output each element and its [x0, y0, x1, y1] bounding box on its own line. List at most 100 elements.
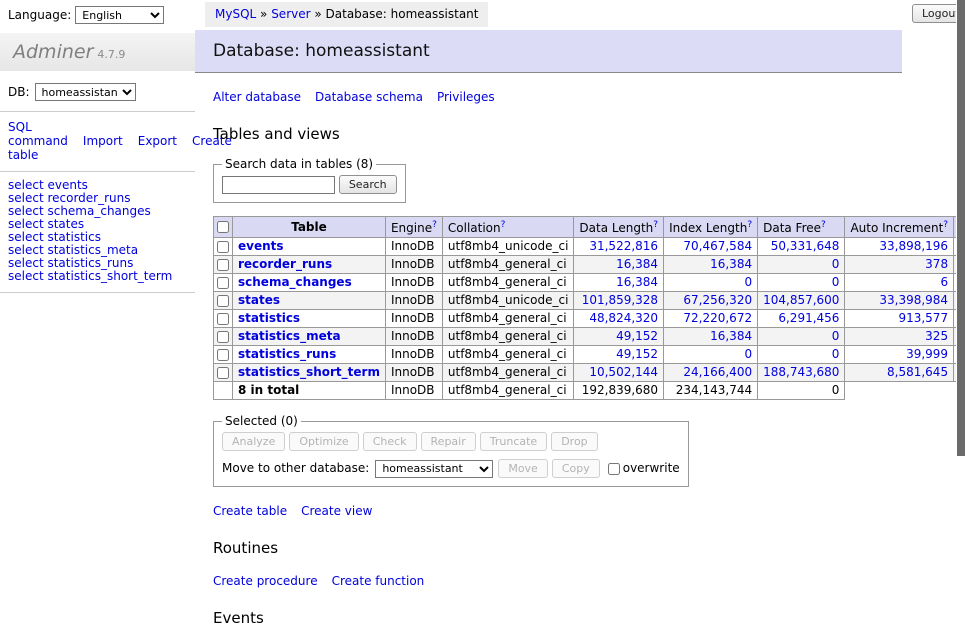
- table-link[interactable]: statistics_meta: [238, 329, 341, 343]
- bulk-action-button[interactable]: Drop: [551, 432, 597, 451]
- breadcrumb-item[interactable]: Server: [271, 7, 310, 21]
- auto-increment-link[interactable]: 913,577: [898, 311, 948, 325]
- table-name-cell: events: [233, 238, 386, 256]
- create-link[interactable]: Create view: [301, 504, 372, 518]
- engine-cell: InnoDB: [385, 274, 442, 292]
- row-checkbox[interactable]: [217, 367, 229, 379]
- overwrite-checkbox[interactable]: [608, 463, 620, 475]
- table-link[interactable]: schema_changes: [238, 275, 352, 289]
- help-link[interactable]: ?: [501, 220, 506, 230]
- engine-cell: InnoDB: [385, 364, 442, 382]
- table-link[interactable]: recorder_runs: [238, 257, 332, 271]
- data-length-link[interactable]: 10,502,144: [589, 365, 658, 379]
- data-free-link[interactable]: 104,857,600: [763, 293, 839, 307]
- search-input[interactable]: [222, 176, 335, 194]
- sidebar-table-link[interactable]: select statistics_short_term: [8, 270, 195, 283]
- row-checkbox[interactable]: [217, 331, 229, 343]
- sidebar-action-link[interactable]: SQL command: [8, 120, 68, 148]
- row-checkbox[interactable]: [217, 241, 229, 253]
- search-button[interactable]: Search: [339, 175, 397, 194]
- language-select[interactable]: English: [75, 6, 164, 24]
- move-button[interactable]: Move: [498, 459, 548, 478]
- data-length-link[interactable]: 31,522,816: [589, 239, 658, 253]
- row-checkbox[interactable]: [217, 277, 229, 289]
- help-link[interactable]: ?: [432, 220, 437, 230]
- help-link[interactable]: ?: [821, 220, 826, 230]
- engine-cell: InnoDB: [385, 328, 442, 346]
- data-length-link[interactable]: 48,824,320: [589, 311, 658, 325]
- data-free-link[interactable]: 0: [832, 257, 840, 271]
- data-free-link[interactable]: 0: [832, 347, 840, 361]
- data-length-link[interactable]: 101,859,328: [582, 293, 658, 307]
- data-free-link[interactable]: 0: [832, 275, 840, 289]
- sidebar-action-link[interactable]: Import: [83, 134, 123, 148]
- data-free-link[interactable]: 50,331,648: [771, 239, 840, 253]
- move-label: Move to other database:: [222, 461, 369, 475]
- auto-increment-link[interactable]: 325: [925, 329, 948, 343]
- row-checkbox[interactable]: [217, 313, 229, 325]
- auto-increment-link[interactable]: 33,898,196: [879, 239, 948, 253]
- table-name-cell: schema_changes: [233, 274, 386, 292]
- data-length-link[interactable]: 49,152: [616, 347, 658, 361]
- table-row: statesInnoDButf8mb4_unicode_ci101,859,32…: [214, 292, 966, 310]
- scrollbar-thumb[interactable]: [957, 0, 965, 456]
- bulk-action-button[interactable]: Repair: [421, 432, 476, 451]
- db-link[interactable]: Alter database: [213, 90, 301, 104]
- auto-increment-link[interactable]: 33,398,984: [879, 293, 948, 307]
- data-free-cell: 0: [758, 328, 845, 346]
- auto-increment-cell: 913,577: [845, 310, 954, 328]
- data-free-link[interactable]: 0: [832, 329, 840, 343]
- table-row: schema_changesInnoDButf8mb4_general_ci16…: [214, 274, 966, 292]
- table-link[interactable]: statistics_runs: [238, 347, 336, 361]
- data-length-link[interactable]: 49,152: [616, 329, 658, 343]
- row-checkbox[interactable]: [217, 259, 229, 271]
- data-free-cell: 188,743,680: [758, 364, 845, 382]
- bulk-action-button[interactable]: Check: [363, 432, 417, 451]
- auto-increment-link[interactable]: 8,581,645: [887, 365, 948, 379]
- db-link[interactable]: Database schema: [315, 90, 423, 104]
- data-free-link[interactable]: 6,291,456: [778, 311, 839, 325]
- select-all-cell: [214, 217, 233, 238]
- help-link[interactable]: ?: [943, 220, 948, 230]
- index-length-link[interactable]: 0: [744, 275, 752, 289]
- bulk-action-button[interactable]: Truncate: [480, 432, 547, 451]
- index-length-link[interactable]: 0: [744, 347, 752, 361]
- breadcrumb-item[interactable]: MySQL: [215, 7, 256, 21]
- search-fieldset: Search data in tables (8) Search: [213, 157, 406, 203]
- create-link[interactable]: Create table: [213, 504, 287, 518]
- db-select[interactable]: homeassistant: [35, 83, 136, 101]
- table-link[interactable]: statistics_short_term: [238, 365, 380, 379]
- index-length-link[interactable]: 70,467,584: [683, 239, 752, 253]
- row-checkbox[interactable]: [217, 349, 229, 361]
- move-db-select[interactable]: homeassistant: [375, 460, 493, 478]
- data-free-link[interactable]: 188,743,680: [763, 365, 839, 379]
- scrollbar[interactable]: [956, 0, 966, 543]
- auto-increment-link[interactable]: 39,999: [906, 347, 948, 361]
- auto-increment-link[interactable]: 378: [925, 257, 948, 271]
- bulk-action-button[interactable]: Optimize: [289, 432, 358, 451]
- index-length-link[interactable]: 16,384: [710, 257, 752, 271]
- db-link[interactable]: Privileges: [437, 90, 495, 104]
- data-length-link[interactable]: 16,384: [616, 275, 658, 289]
- routine-link[interactable]: Create function: [332, 574, 425, 588]
- bulk-action-button[interactable]: Analyze: [222, 432, 285, 451]
- help-link[interactable]: ?: [747, 220, 752, 230]
- row-checkbox[interactable]: [217, 295, 229, 307]
- table-link[interactable]: events: [238, 239, 284, 253]
- index-length-link[interactable]: 24,166,400: [683, 365, 752, 379]
- index-length-link[interactable]: 72,220,672: [683, 311, 752, 325]
- sidebar-action-link[interactable]: Export: [138, 134, 177, 148]
- select-all-checkbox[interactable]: [217, 221, 229, 233]
- table-link[interactable]: statistics: [238, 311, 300, 325]
- routine-link[interactable]: Create procedure: [213, 574, 318, 588]
- db-label: DB:: [8, 85, 30, 99]
- index-length-link[interactable]: 67,256,320: [683, 293, 752, 307]
- auto-increment-cell: 33,398,984: [845, 292, 954, 310]
- copy-button[interactable]: Copy: [552, 459, 600, 478]
- help-link[interactable]: ?: [653, 220, 658, 230]
- selected-fieldset: Selected (0) AnalyzeOptimizeCheckRepairT…: [213, 414, 689, 487]
- data-length-link[interactable]: 16,384: [616, 257, 658, 271]
- index-length-link[interactable]: 16,384: [710, 329, 752, 343]
- table-link[interactable]: states: [238, 293, 280, 307]
- auto-increment-link[interactable]: 6: [940, 275, 948, 289]
